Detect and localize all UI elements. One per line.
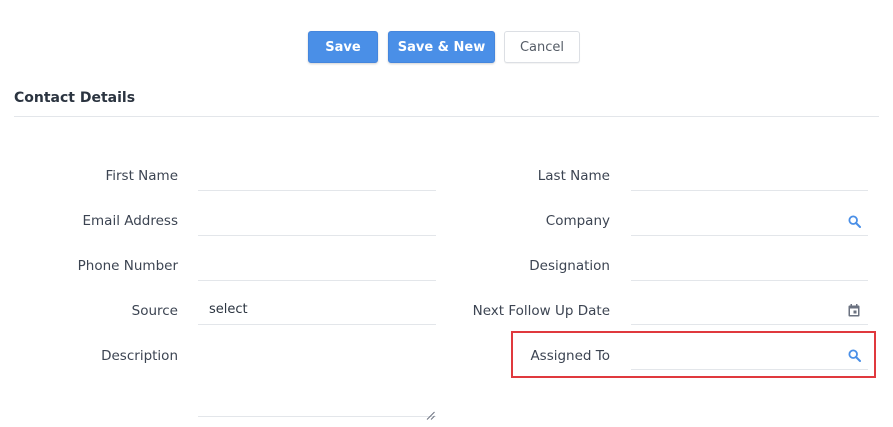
first-name-input[interactable]	[198, 161, 436, 191]
assigned-to-input[interactable]	[631, 340, 868, 370]
email-address-input[interactable]	[198, 206, 436, 236]
save-button[interactable]: Save	[308, 31, 378, 63]
section-divider	[14, 116, 879, 117]
calendar-icon[interactable]	[846, 302, 862, 318]
save-and-new-button[interactable]: Save & New	[388, 31, 495, 63]
description-textarea[interactable]	[198, 340, 436, 420]
phone-number-input[interactable]	[198, 251, 436, 281]
source-label: Source	[131, 303, 178, 319]
designation-input[interactable]	[631, 251, 868, 281]
company-input[interactable]	[631, 206, 868, 236]
cancel-button[interactable]: Cancel	[504, 31, 580, 63]
next-follow-up-date-input[interactable]	[631, 295, 868, 325]
assigned-to-label: Assigned To	[530, 348, 610, 364]
search-icon[interactable]	[846, 213, 862, 229]
company-label: Company	[545, 213, 610, 229]
contact-form-page: Save Save & New Cancel Contact Details F…	[0, 0, 893, 427]
source-select[interactable]: select	[198, 295, 436, 325]
designation-label: Designation	[529, 258, 610, 274]
description-label: Description	[101, 348, 178, 364]
section-title: Contact Details	[14, 90, 136, 106]
first-name-label: First Name	[105, 168, 178, 184]
source-selected-value: select	[209, 302, 248, 317]
resize-handle-icon[interactable]	[426, 405, 435, 420]
phone-number-label: Phone Number	[77, 258, 178, 274]
next-follow-up-date-label: Next Follow Up Date	[472, 303, 610, 319]
last-name-input[interactable]	[631, 161, 868, 191]
search-icon[interactable]	[846, 347, 862, 363]
last-name-label: Last Name	[537, 168, 610, 184]
email-address-label: Email Address	[82, 213, 178, 229]
